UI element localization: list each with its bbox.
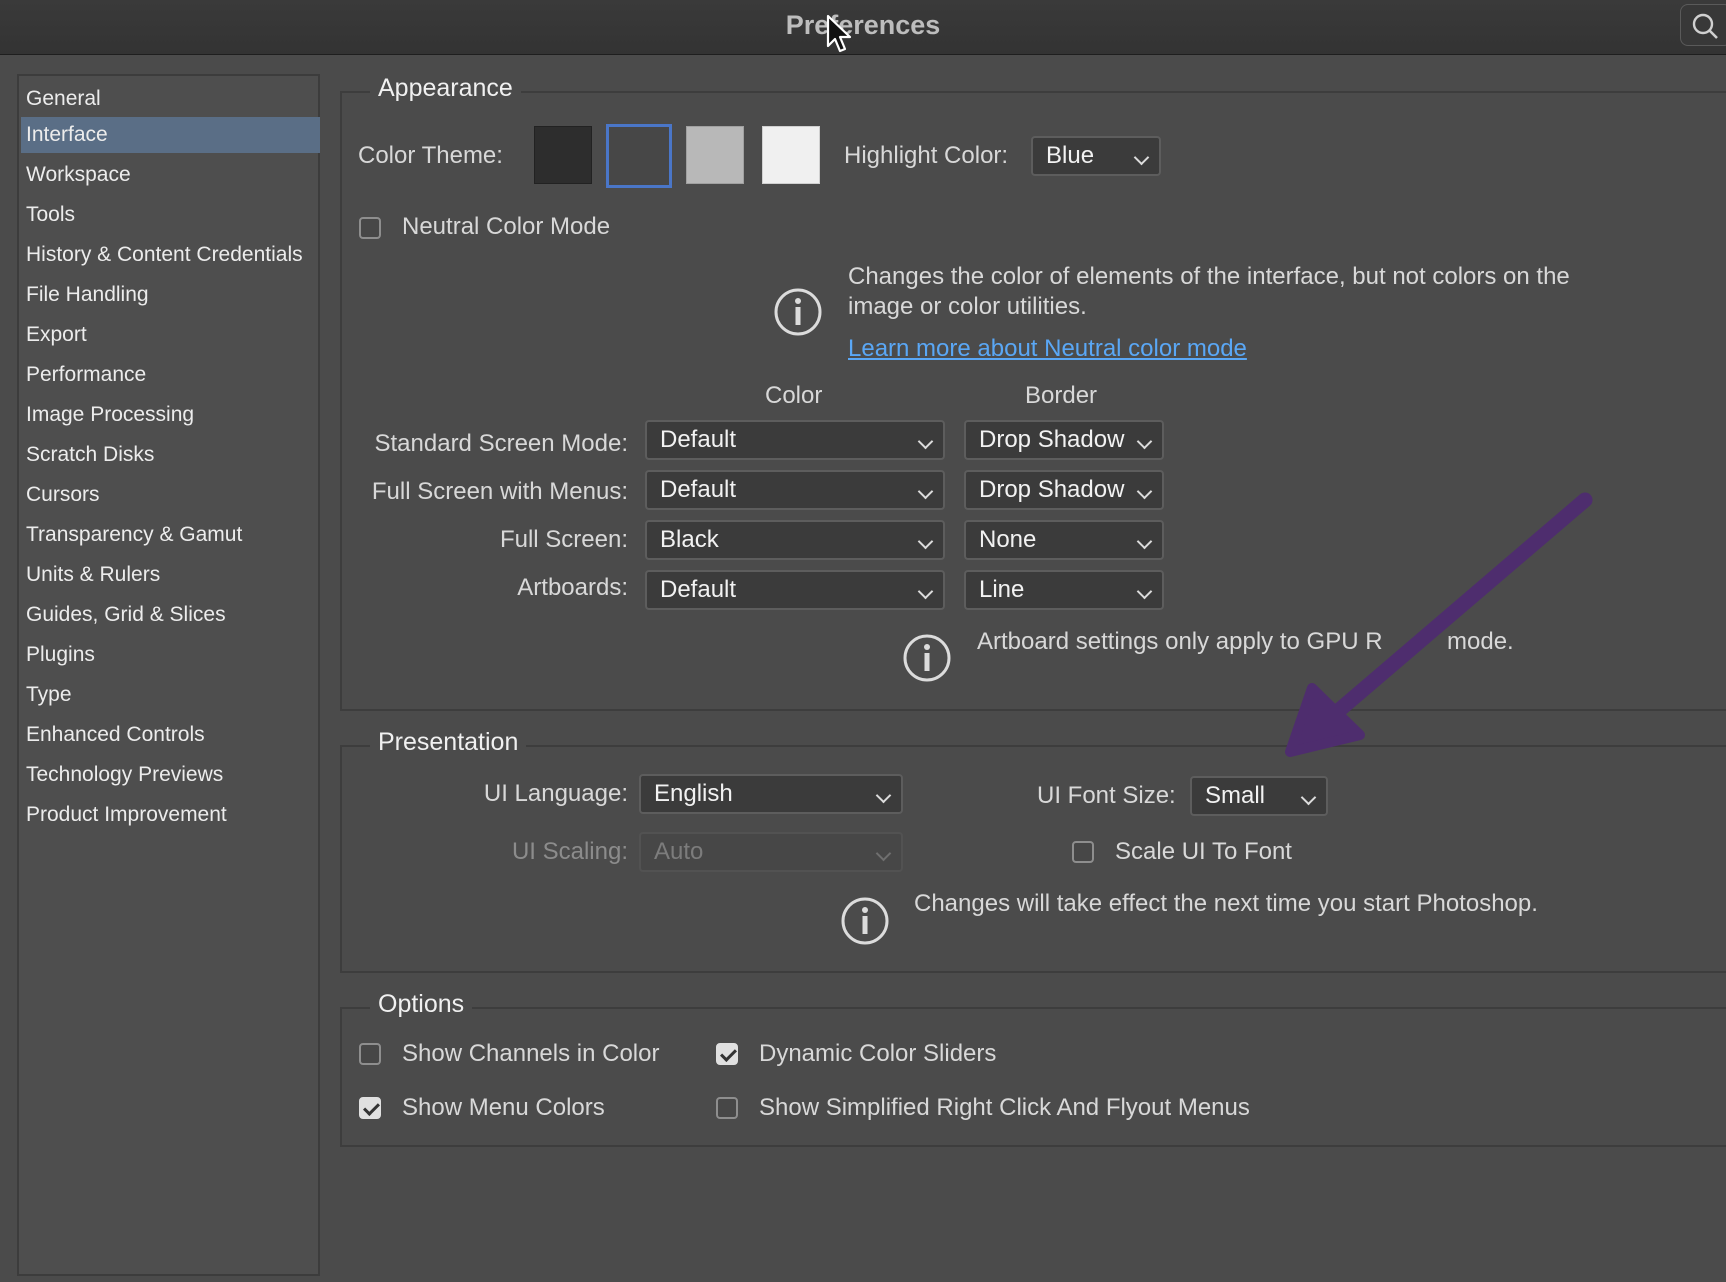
annotation-arrow-icon xyxy=(1285,492,1593,757)
